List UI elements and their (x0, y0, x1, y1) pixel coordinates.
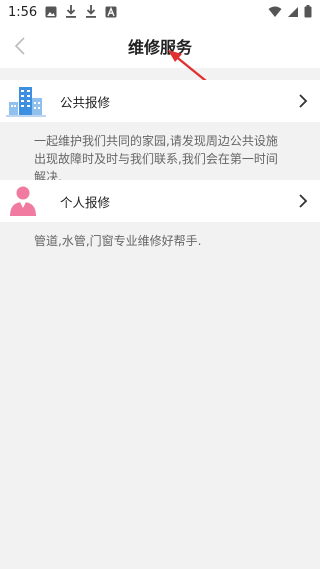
status-right (268, 0, 312, 24)
public-repair-label: 公共报修 (60, 94, 111, 110)
chevron-left-icon (14, 37, 25, 55)
chevron-right-icon (296, 92, 310, 110)
back-button[interactable] (6, 32, 34, 60)
battery-icon (304, 3, 312, 22)
personal-repair-label: 个人报修 (60, 194, 111, 210)
status-bar: 1:56 (0, 0, 320, 24)
status-time: 1:56 (8, 4, 38, 20)
image-notification-icon (45, 3, 57, 22)
download-notification-icon (85, 3, 97, 22)
font-notification-icon (105, 3, 117, 22)
wifi-icon (268, 3, 282, 22)
person-icon (6, 184, 46, 218)
chevron-right-icon (296, 192, 310, 210)
personal-repair-description: 管道,水管,门窗专业维修好帮手. (34, 234, 202, 248)
public-repair-description: 一起维护我们共同的家园,请发现周边公共设施出现故障时及时与我们联系,我们会在第一… (34, 134, 278, 184)
signal-icon (287, 3, 299, 22)
personal-repair-row[interactable]: 个人报修 (0, 180, 320, 222)
building-icon (6, 84, 46, 118)
public-repair-row[interactable]: 公共报修 (0, 80, 320, 122)
download-notification-icon (65, 3, 77, 22)
